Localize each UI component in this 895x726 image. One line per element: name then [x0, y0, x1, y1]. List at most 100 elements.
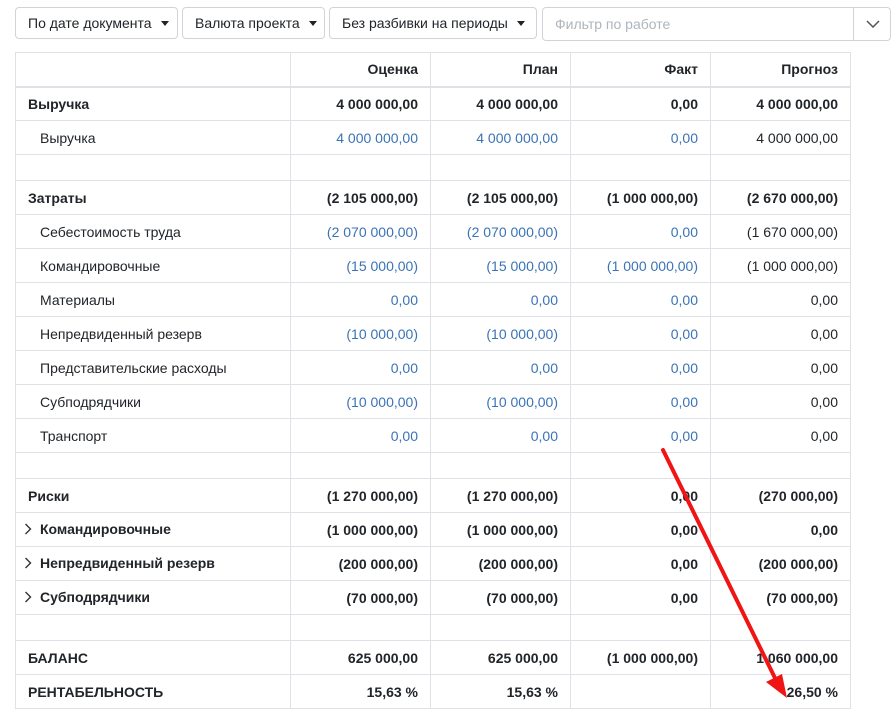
row-label: РЕНТАБЕЛЬНОСТЬ — [15, 674, 291, 709]
cell-forecast: 0,00 — [710, 512, 851, 547]
cell-estimate: 625 000,00 — [290, 640, 431, 675]
row-label: Затраты — [15, 180, 291, 215]
cell-estimate: 4 000 000,00 — [290, 86, 431, 121]
cell-plan: (1 270 000,00) — [430, 478, 571, 513]
table-row-risk-travel[interactable]: Командировочные (1 000 000,00) (1 000 00… — [15, 512, 851, 547]
cell-estimate-link[interactable]: (10 000,00) — [290, 316, 431, 351]
spacer-row — [15, 154, 851, 181]
cell-forecast: (270 000,00) — [710, 478, 851, 513]
row-label: Материалы — [15, 282, 291, 317]
caret-down-icon — [516, 20, 525, 26]
table-row-entertainment: Представительские расходы 0,00 0,00 0,00… — [15, 350, 851, 385]
caret-down-icon — [308, 20, 317, 26]
header-label-cell — [15, 52, 291, 88]
cell-forecast: 4 000 000,00 — [710, 120, 851, 155]
chevron-right-icon[interactable] — [24, 556, 40, 572]
row-label-expandable[interactable]: Командировочные — [15, 512, 291, 547]
cell-plan-link[interactable]: (15 000,00) — [430, 248, 571, 283]
cell-estimate-link[interactable]: 0,00 — [290, 282, 431, 317]
column-header-fact[interactable]: Факт — [570, 52, 711, 88]
cell-estimate-link[interactable]: 4 000 000,00 — [290, 120, 431, 155]
table-row-labor: Себестоимость труда (2 070 000,00) (2 07… — [15, 214, 851, 249]
cell-estimate-link[interactable]: (15 000,00) — [290, 248, 431, 283]
cell-forecast: 0,00 — [710, 282, 851, 317]
cell-fact-link[interactable]: 0,00 — [570, 384, 711, 419]
column-header-estimate[interactable]: Оценка — [290, 52, 431, 88]
cell-fact-link[interactable]: 0,00 — [570, 350, 711, 385]
column-header-forecast[interactable]: Прогноз — [710, 52, 851, 88]
toolbar: По дате документа Валюта проекта Без раз… — [15, 7, 891, 41]
cell-fact: (1 000 000,00) — [570, 180, 711, 215]
cell-fact: 0,00 — [570, 478, 711, 513]
table-row-balance: БАЛАНС 625 000,00 625 000,00 (1 000 000,… — [15, 640, 851, 675]
cell-fact: 0,00 — [570, 512, 711, 547]
budget-table: Оценка План Факт Прогноз Выручка 4 000 0… — [15, 52, 851, 709]
period-dropdown[interactable]: Без разбивки на периоды — [329, 7, 537, 39]
table-row-costs: Затраты (2 105 000,00) (2 105 000,00) (1… — [15, 180, 851, 215]
row-label: Командировочные — [15, 248, 291, 283]
cell-plan-link[interactable]: 4 000 000,00 — [430, 120, 571, 155]
chevron-right-icon[interactable] — [24, 522, 40, 538]
cell-plan: (1 000 000,00) — [430, 512, 571, 547]
cell-forecast: 4 000 000,00 — [710, 86, 851, 121]
column-header-plan[interactable]: План — [430, 52, 571, 88]
cell-fact: 0,00 — [570, 580, 711, 615]
table-row-reserve: Непредвиденный резерв (10 000,00) (10 00… — [15, 316, 851, 351]
cell-fact-link[interactable]: 0,00 — [570, 418, 711, 453]
filter-dropdown-toggle[interactable] — [854, 8, 891, 40]
chevron-down-icon — [865, 20, 880, 28]
cell-fact: (1 000 000,00) — [570, 640, 711, 675]
row-label: Выручка — [15, 120, 291, 155]
table-row-subcontractors: Субподрядчики (10 000,00) (10 000,00) 0,… — [15, 384, 851, 419]
cell-fact-link[interactable]: 0,00 — [570, 282, 711, 317]
cell-forecast: (70 000,00) — [710, 580, 851, 615]
cell-estimate-link[interactable]: (10 000,00) — [290, 384, 431, 419]
cell-estimate: (70 000,00) — [290, 580, 431, 615]
chevron-right-icon[interactable] — [24, 590, 40, 606]
row-label-text: Непредвиденный резерв — [40, 554, 215, 571]
cell-fact — [570, 674, 711, 709]
cell-fact-link[interactable]: 0,00 — [570, 120, 711, 155]
cell-estimate: (2 105 000,00) — [290, 180, 431, 215]
table-row-risk-reserve[interactable]: Непредвиденный резерв (200 000,00) (200 … — [15, 546, 851, 581]
cell-plan-link[interactable]: (2 070 000,00) — [430, 214, 571, 249]
date-mode-dropdown[interactable]: По дате документа — [15, 7, 178, 39]
period-label: Без разбивки на периоды — [342, 15, 508, 31]
table-row-revenue-item: Выручка 4 000 000,00 4 000 000,00 0,00 4… — [15, 120, 851, 155]
work-filter-input[interactable] — [543, 8, 853, 40]
cell-fact-link[interactable]: 0,00 — [570, 214, 711, 249]
currency-dropdown[interactable]: Валюта проекта — [182, 7, 325, 39]
cell-estimate-link[interactable]: 0,00 — [290, 418, 431, 453]
cell-plan-link[interactable]: 0,00 — [430, 418, 571, 453]
cell-plan-link[interactable]: 0,00 — [430, 282, 571, 317]
cell-estimate-link[interactable]: 0,00 — [290, 350, 431, 385]
cell-plan-link[interactable]: (10 000,00) — [430, 316, 571, 351]
spacer-row — [15, 614, 851, 641]
cell-estimate: (1 000 000,00) — [290, 512, 431, 547]
cell-estimate-link[interactable]: (2 070 000,00) — [290, 214, 431, 249]
cell-fact-link[interactable]: (1 000 000,00) — [570, 248, 711, 283]
row-label-expandable[interactable]: Непредвиденный резерв — [15, 546, 291, 581]
cell-forecast: (1 670 000,00) — [710, 214, 851, 249]
row-label: Представительские расходы — [15, 350, 291, 385]
cell-forecast: 0,00 — [710, 316, 851, 351]
table-row-risk-subcontractors[interactable]: Субподрядчики (70 000,00) (70 000,00) 0,… — [15, 580, 851, 615]
cell-fact-link[interactable]: 0,00 — [570, 316, 711, 351]
cell-plan-link[interactable]: (10 000,00) — [430, 384, 571, 419]
row-label: Риски — [15, 478, 291, 513]
cell-estimate: (1 270 000,00) — [290, 478, 431, 513]
row-label-expandable[interactable]: Субподрядчики — [15, 580, 291, 615]
spacer-row — [15, 452, 851, 479]
cell-plan: (2 105 000,00) — [430, 180, 571, 215]
cell-forecast: (2 670 000,00) — [710, 180, 851, 215]
cell-plan-link[interactable]: 0,00 — [430, 350, 571, 385]
row-label: Выручка — [15, 86, 291, 121]
table-header-row: Оценка План Факт Прогноз — [15, 52, 851, 88]
cell-plan: 625 000,00 — [430, 640, 571, 675]
caret-down-icon — [160, 20, 169, 26]
cell-forecast: 1 060 000,00 — [710, 640, 851, 675]
row-label: Себестоимость труда — [15, 214, 291, 249]
cell-forecast: 0,00 — [710, 418, 851, 453]
cell-forecast: 26,50 % — [710, 674, 851, 709]
table-row-transport: Транспорт 0,00 0,00 0,00 0,00 — [15, 418, 851, 453]
